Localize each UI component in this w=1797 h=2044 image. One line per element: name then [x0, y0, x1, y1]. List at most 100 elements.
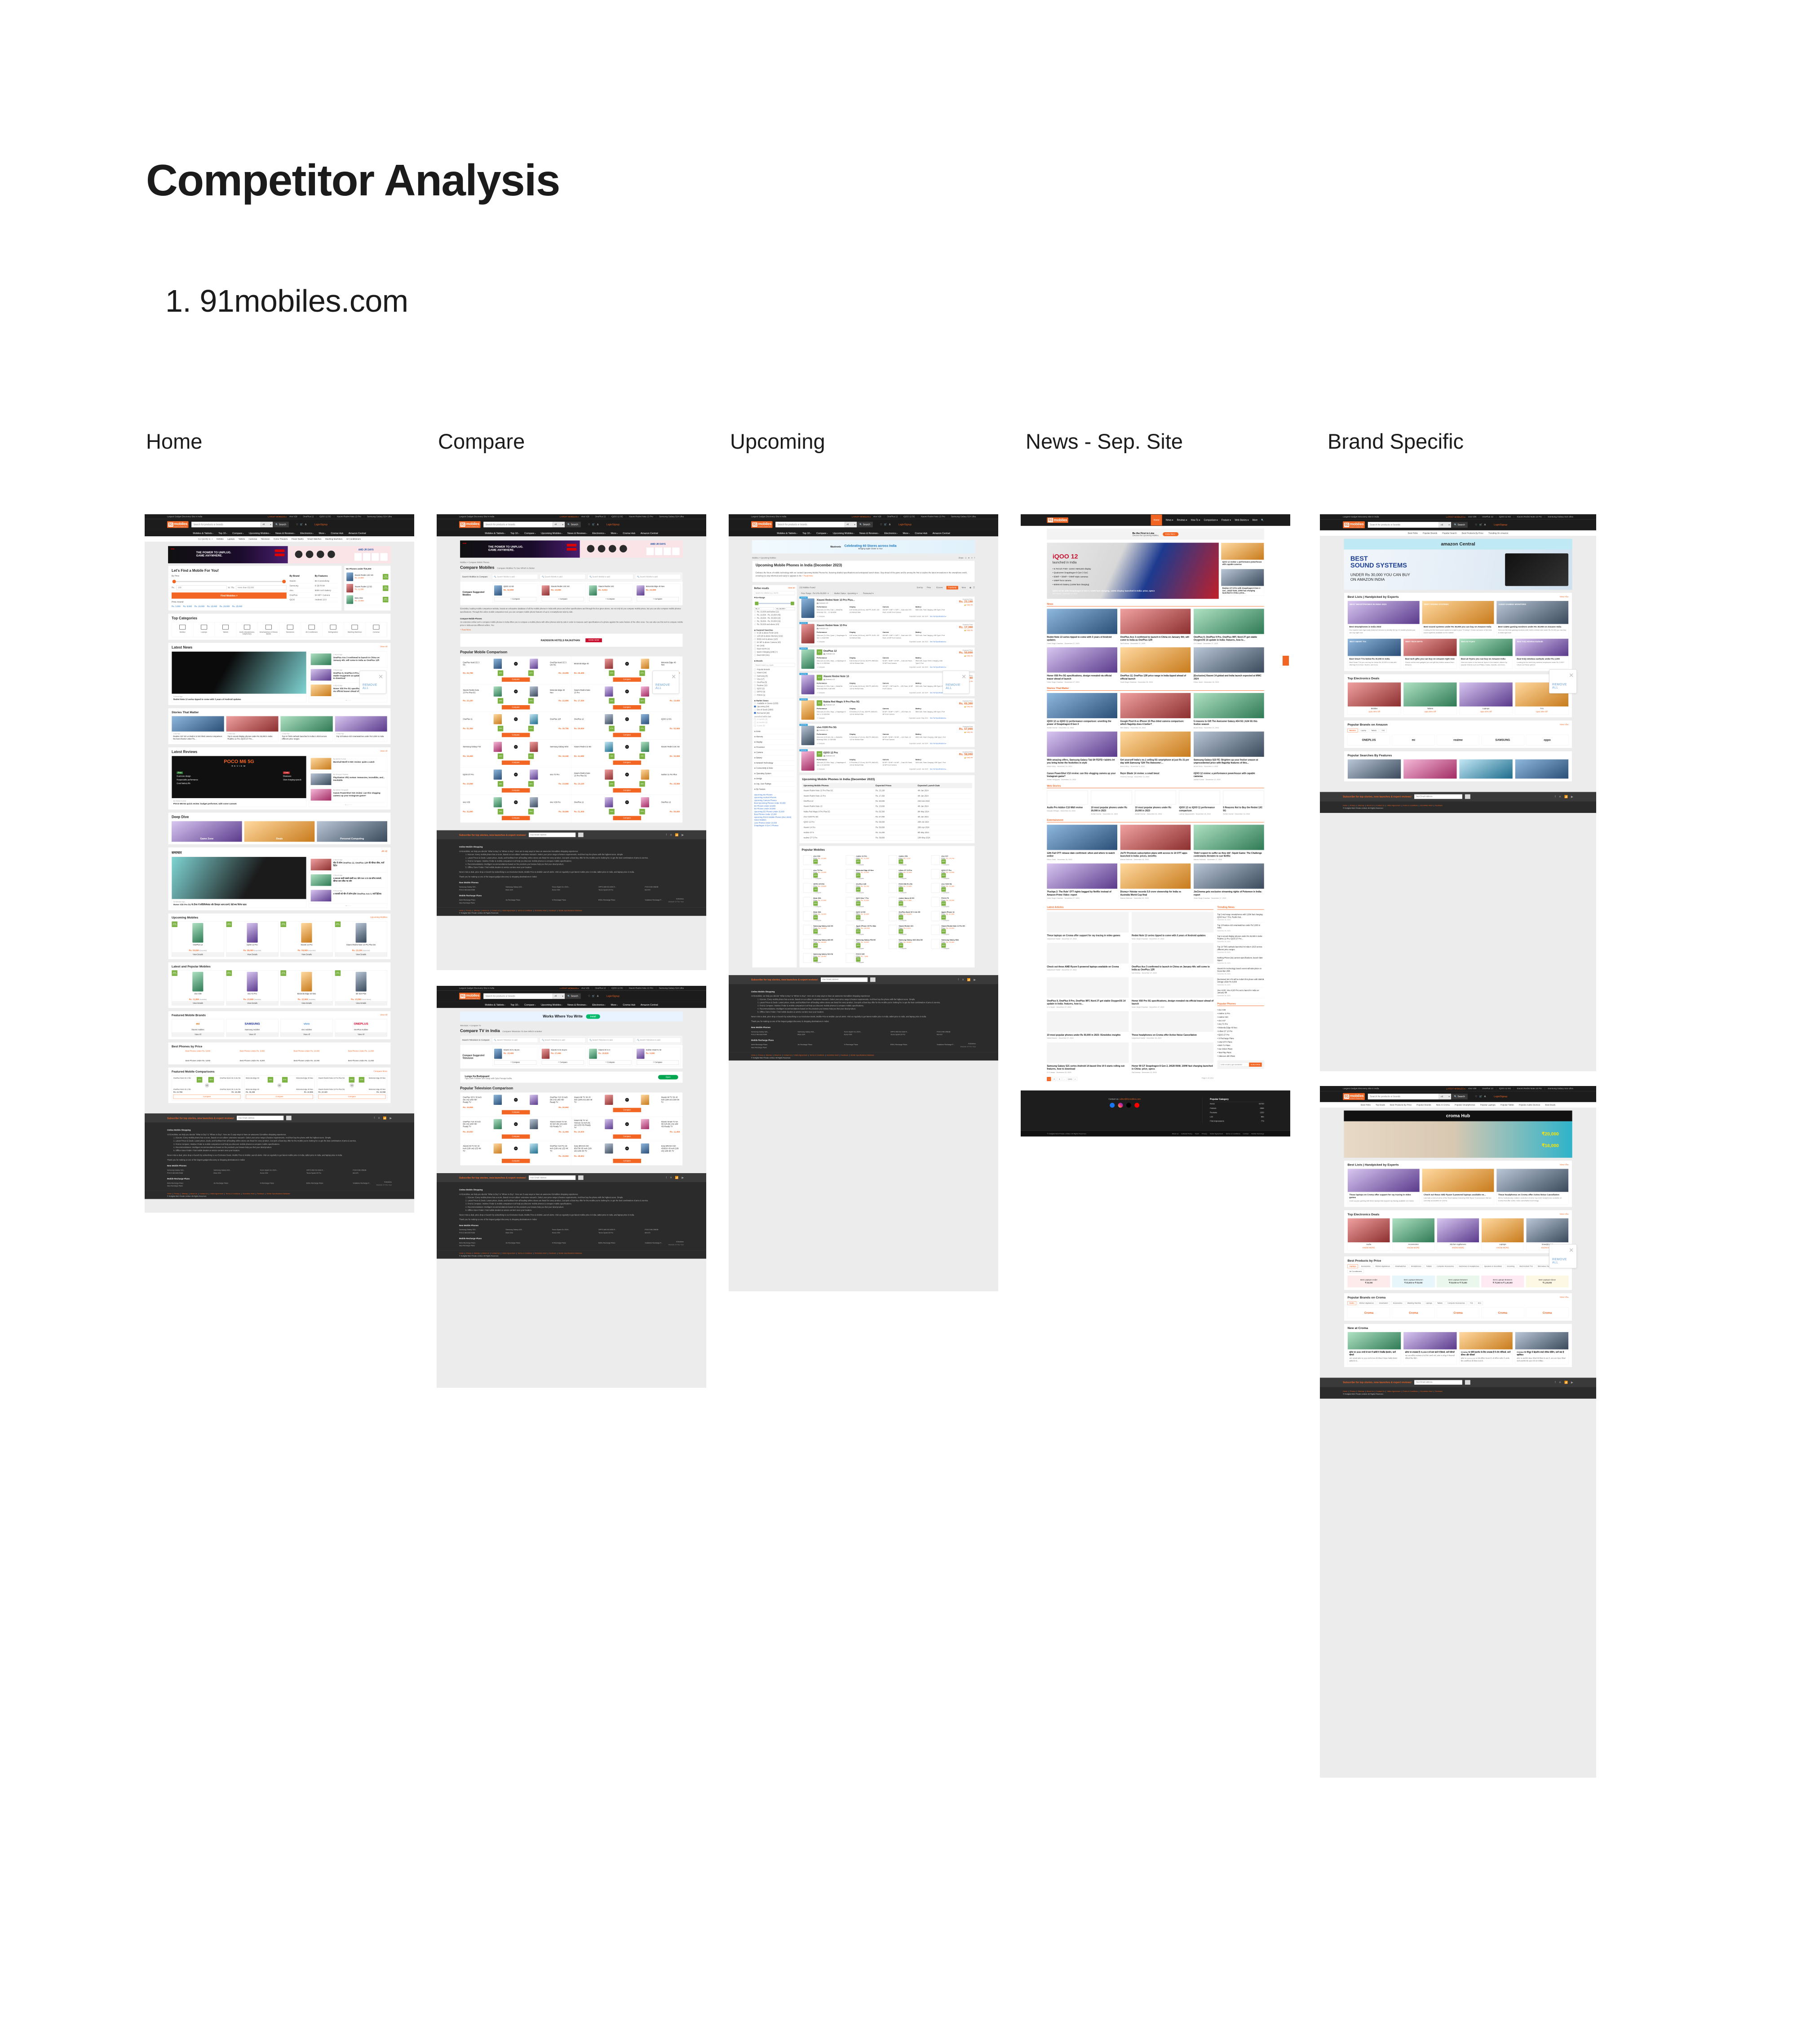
footer-link[interactable]: Visitor Agreement	[1387, 1390, 1400, 1392]
close-icon[interactable]: ✕	[1569, 672, 1574, 678]
compare-checkbox[interactable]: ☐ Compare	[813, 920, 826, 922]
news-footer-link[interactable]: Visitor Agreement	[1210, 1133, 1223, 1135]
nav-item-1[interactable]: Top 10▾	[510, 1003, 519, 1006]
compare-float-widget-home[interactable]: ✕ REMOVE ALL	[359, 671, 386, 694]
ad-cta[interactable]: Install	[586, 1014, 600, 1019]
comparison-pair[interactable]: Xiaomi Mi TV 4A Horizon 32 inch (81 cm) …	[571, 1117, 683, 1141]
footer-link[interactable]: Mobile Specifications Database	[558, 909, 582, 911]
featured-option[interactable]: 5G (103)	[754, 644, 795, 647]
subscribe-button[interactable]	[286, 1116, 292, 1121]
footer-link[interactable]: Terms & Conditions	[1403, 1390, 1418, 1392]
search-input[interactable]	[483, 521, 553, 528]
footer-recharge-link[interactable]: BSNL Recharge Plans	[306, 1182, 345, 1184]
comparison-pair[interactable]: OnePlus 12 VS iQOO 12 5G Rs. 50,690 97% 97% Rs…	[571, 712, 683, 740]
table-row[interactable]: Xiaomi Redmi Note 13 Pro Rs. 17,390 4th Ja…	[802, 793, 972, 799]
login-signup-link[interactable]: Login/Signup	[606, 523, 620, 526]
deepdive-tile[interactable]: Personal Computing	[317, 821, 387, 842]
rss-icon[interactable]: 📶	[675, 833, 679, 836]
footer-link[interactable]: About Us	[1367, 1390, 1374, 1392]
footer-recharge-link[interactable]: Idea Recharge Plans	[751, 1046, 790, 1049]
compare-checkbox[interactable]: ☐ Compare	[898, 934, 913, 936]
category-tile[interactable]: Tablets	[215, 622, 237, 637]
price-tab[interactable]: Air Conditioners	[1347, 1269, 1364, 1273]
sort-option[interactable]: Popularity	[946, 586, 958, 590]
news-nav-0[interactable]: Home	[1151, 514, 1162, 525]
rss-icon[interactable]: 📶	[675, 1176, 679, 1179]
login-signup-link[interactable]: Login/Signup	[314, 523, 328, 526]
newsletter-subscribe-button[interactable]: SUBSCRIBE	[1249, 1062, 1262, 1067]
hub-nav-0[interactable]: Best Picks	[1408, 532, 1418, 534]
view-all-link[interactable]: View All ▸	[1559, 596, 1568, 598]
brand-option[interactable]: OnePlus (5)	[754, 681, 795, 684]
news-footer-link[interactable]: Terms & Conditions	[1226, 1133, 1240, 1135]
youtube-icon[interactable]: ▶	[389, 1116, 392, 1120]
wishlist-icon[interactable]: ♡	[296, 523, 298, 526]
stories-item[interactable]: With amazing offers, Samsung Galaxy Tab …	[1047, 731, 1117, 767]
suggested-card[interactable]: Xiaomi mi tv 4a pro Rs. 15,499 + Compare	[492, 1047, 538, 1067]
add-compare-button[interactable]: + Compare	[494, 1060, 536, 1065]
footer-link[interactable]: About Us	[482, 1252, 489, 1254]
trending-item[interactable]: Vivo X100, Vivo X100 Pro set to launch i…	[1217, 988, 1264, 999]
popular-mobile-item[interactable]: Motorola Edge 40 Neo Price: Rs. 22,999 87%…	[845, 867, 887, 881]
footer-link[interactable]: Feedback	[841, 1054, 848, 1056]
full-spec-link[interactable]: See Full Specifications ▸	[930, 717, 946, 719]
featured-option[interactable]: Quick Charging (106) (+)	[754, 650, 795, 653]
site-logo[interactable]: 91 mobiles research. compare. buy.	[1343, 521, 1365, 529]
popular-phone-link[interactable]: • vivo V29	[1217, 1008, 1264, 1012]
footer-link[interactable]: Feedback	[549, 909, 556, 911]
tv-ad-banner[interactable]: Works Where You Write Install	[460, 1011, 683, 1022]
facebook-icon[interactable]: f	[1555, 795, 1556, 799]
brand-tab[interactable]: Kitchen Appliances	[1357, 1301, 1376, 1305]
nav-item-7[interactable]: Croma Hub	[331, 532, 343, 534]
notify-me-link[interactable]: 🔔 Notify Me	[948, 655, 973, 657]
upcoming-phone-card[interactable]: Upcoming Xiaomi Redmi Note 13 Pro 🤖 Androi…	[799, 622, 975, 646]
brand-option[interactable]: iQOO (2)	[754, 687, 795, 690]
market-option[interactable]: Available in Stores (2255)	[754, 702, 795, 705]
webstory-item[interactable]: 10 most popular phones under Rs 30,000 i…	[1091, 790, 1132, 815]
plan-link[interactable]: • Airtel DTH Plans	[1217, 1040, 1264, 1044]
nav-item-7[interactable]: Croma Hub	[623, 532, 635, 534]
footer-link[interactable]: 91mobiles Hindi	[1420, 1390, 1432, 1392]
compare-checkbox[interactable]: ☐ Compare	[813, 948, 833, 949]
footer-phone-link[interactable]: Moto G04	[213, 1172, 252, 1174]
footer-link[interactable]: Sitemap	[1358, 804, 1364, 806]
price-tab[interactable]: Speakers & Soundbars	[1482, 1264, 1504, 1268]
footer-phone-link[interactable]: itel A70	[353, 1172, 392, 1174]
news-hero[interactable]: 3 Hours Ago Redmi Note 13 series tipped t…	[172, 651, 306, 703]
nav-item-3[interactable]: Upcoming Mobiles▾	[541, 532, 562, 534]
popular-mobile-item[interactable]: realme 11 Pro Price: Rs. 21,999 84% ☐ Compa…	[845, 853, 887, 867]
view-details-button[interactable]: View Details	[335, 952, 387, 957]
comparison-pair[interactable]: OnePlus Nord CE 3 5G VS OnePlus Nord CE 3 …	[460, 656, 571, 684]
search-scope-select[interactable]: All ▾	[845, 521, 857, 528]
compare-checkbox[interactable]: ☐ Compare	[941, 920, 954, 922]
search-scope-select[interactable]: All ▾	[553, 521, 565, 528]
nav-item-1[interactable]: Top 10▾	[510, 532, 519, 534]
subnav-item-6[interactable]: Power Banks	[292, 538, 304, 540]
hub-nav[interactable]: Best Picks Top Deals Best Products By Pric…	[1320, 1102, 1596, 1108]
footer-category-row[interactable]: List 884	[1210, 1115, 1264, 1119]
view-details-button[interactable]: View Details	[226, 1001, 279, 1006]
compare-checkbox[interactable]: ☐ Compare	[941, 864, 954, 865]
footer-link[interactable]: Terms & Conditions	[518, 1252, 532, 1254]
brand-card[interactable]: mi Xiaomi mobiles View All	[172, 1019, 224, 1037]
refine-section[interactable]: ⊕ Camera	[754, 750, 795, 755]
compare-button[interactable]: Compare	[613, 733, 641, 737]
newsletter-input[interactable]	[1219, 1062, 1249, 1067]
brand-tab[interactable]: Washing Machine	[1405, 1301, 1423, 1305]
price-card[interactable]: Best Laptops Between ₹ 75,000 to ₹ 1,00,0…	[1481, 1275, 1524, 1288]
best-price-link[interactable]: Best Phones Under Rs. 5,000	[172, 1050, 224, 1052]
suggested-card[interactable]: Motorola Edge 40 Neo Rs. 22,999 + Compare	[635, 583, 681, 603]
hub-hero[interactable]: BEST SOUND SYSTEMS UNDER Rs 30,000 YOU CAN…	[1344, 549, 1572, 590]
subscribe-email-input[interactable]	[528, 1175, 576, 1180]
footer-recharge-link[interactable]: Vi Recharge Plans	[552, 899, 591, 901]
footer-link[interactable]: Privacy	[1350, 804, 1356, 806]
refine-section[interactable]: ⊕ Avg. User Ratings	[754, 781, 795, 787]
nav-item-1[interactable]: Top 10▾	[218, 532, 227, 534]
comparison-pair[interactable]: Xiaomi Redmi Note 13 Pro Plus 5G VS realme…	[571, 767, 683, 795]
rss-icon[interactable]: 📶	[1564, 795, 1568, 798]
feature-filter[interactable]: 5G Connectivity	[314, 579, 338, 584]
compare-checkbox[interactable]: ☐ Compare	[941, 878, 954, 879]
suggested-card[interactable]: Xiaomi Redmi 13C 5G Rs. 10,999 + Compare	[540, 583, 586, 603]
price-around-link[interactable]: Rs. 25,000	[232, 605, 242, 608]
compare-checkbox[interactable]: ☐ Compare	[898, 920, 920, 922]
